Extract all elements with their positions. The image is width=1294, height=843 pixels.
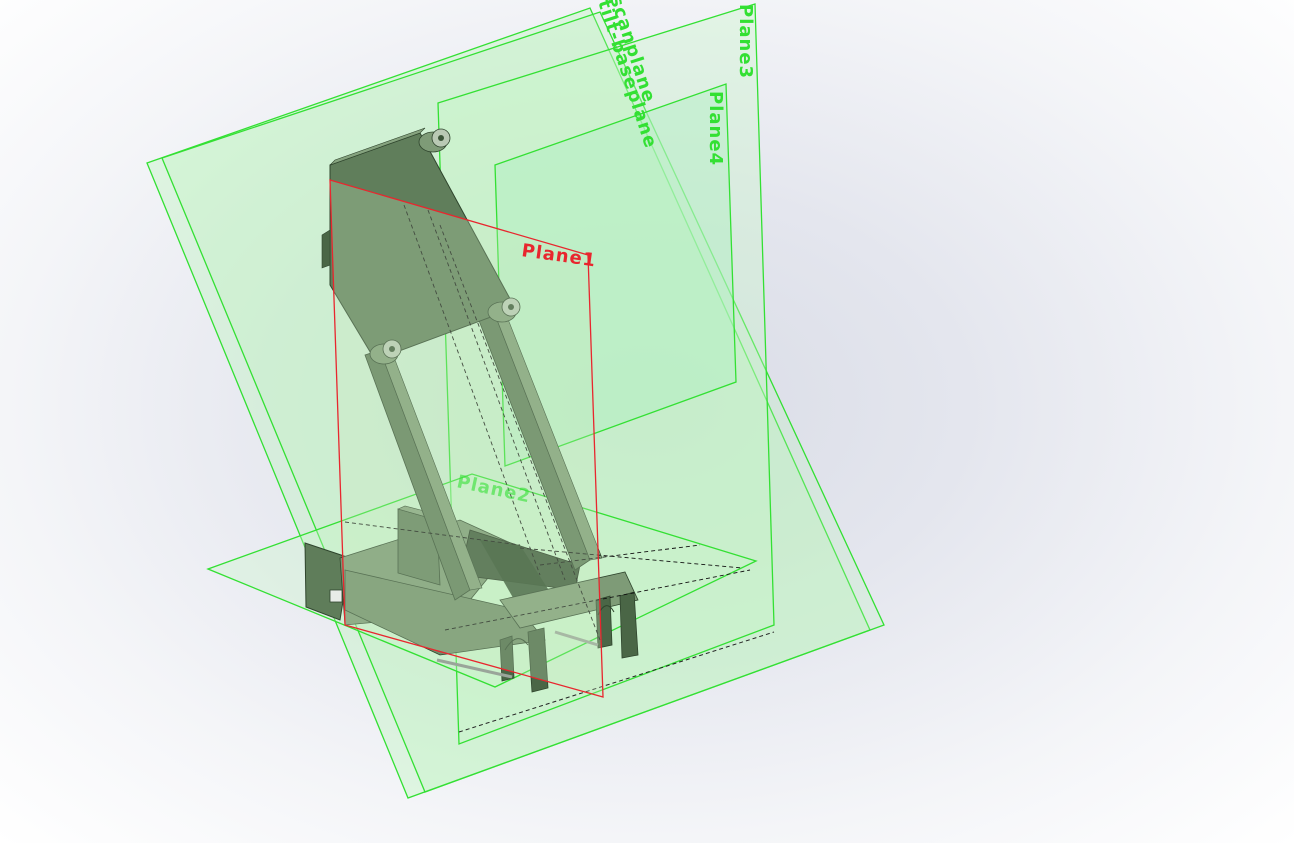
plane4-label: Plane4 — [705, 91, 726, 166]
scene-graphics[interactable]: Plane1 Plane2 Plane3 Plane4 scanplane ti… — [0, 0, 1294, 843]
model-viewport[interactable]: Plane1 Plane2 Plane3 Plane4 scanplane ti… — [0, 0, 1294, 843]
plane3-label: Plane3 — [735, 4, 756, 79]
